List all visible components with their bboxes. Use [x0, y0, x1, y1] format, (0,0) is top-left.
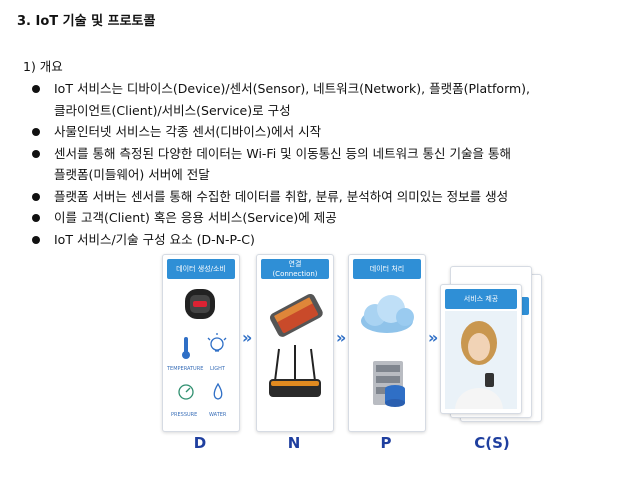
panel-header: 데이터 생성/소비 [167, 259, 235, 279]
flow-arrow-icon: » [242, 328, 253, 347]
panel-platform: 데이터 처리 [348, 254, 426, 432]
flow-arrow-icon: » [428, 328, 439, 347]
smartphone-icon [269, 293, 323, 337]
panel-header: 서비스 제공 [445, 289, 517, 309]
platform-illustration [361, 295, 414, 407]
panel-device: 데이터 생성/소비 TEMPERATURE LIGHT PRESSURE WAT… [162, 254, 240, 432]
panel-title: 데이터 생성/소비 [176, 265, 226, 273]
network-illustration [269, 293, 323, 397]
layer-letter-p: P [380, 434, 392, 452]
thermometer-icon [182, 337, 190, 359]
bullet-text-continuation: 플랫폼(미들웨어) 서버에 전달 [54, 167, 210, 182]
bullet-text: 이를 고객(Client) 혹은 응용 서비스(Service)에 제공 [54, 210, 337, 225]
panel-header: 데이터 처리 [353, 259, 421, 279]
list-item: 사물인터넷 서비스는 각종 센서(디바이스)에서 시작 [30, 121, 630, 143]
layer-letter-n: N [287, 434, 301, 452]
bullet-text: IoT 서비스/기술 구성 요소 (D-N-P-C) [54, 231, 255, 247]
database-server-icon [373, 361, 405, 407]
panel-title: 연결 [288, 260, 302, 268]
flow-arrow-icon: » [336, 328, 347, 347]
panel-title: 서비스 제공 [463, 295, 499, 303]
panel-header: 연결 (Connection) [261, 259, 329, 279]
subsection-title: 1) 개요 [23, 59, 63, 74]
bullet-dot [32, 128, 40, 136]
bullet-text: 플랫폼 서버는 센서를 통해 수집한 데이터를 취합, 분류, 분석하여 의미있… [54, 188, 509, 204]
list-item: IoT 서비스/기술 구성 요소 (D-N-P-C) [30, 229, 630, 251]
sensor-label-water: WATER [209, 412, 227, 418]
bullet-dot [32, 85, 40, 93]
bullet-dot [32, 214, 40, 222]
wifi-router-icon [269, 345, 321, 397]
bullet-text: IoT 서비스는 디바이스(Device)/센서(Sensor), 네트워크(N… [54, 81, 531, 96]
cloud-icon [361, 295, 414, 333]
overview-bullet-list: IoT 서비스는 디바이스(Device)/센서(Sensor), 네트워크(N… [30, 78, 630, 250]
list-item: 센서를 통해 측정된 다양한 데이터는 Wi-Fi 및 이동통신 등의 네트워크… [30, 143, 630, 186]
bullet-text-continuation: 클라이언트(Client)/서비스(Service)로 구성 [54, 102, 291, 118]
bullet-dot [32, 149, 40, 158]
device-illustration [178, 289, 227, 400]
layer-letter-d: D [193, 434, 207, 452]
water-drop-icon [213, 382, 223, 400]
bullet-text: 센서를 통해 측정된 다양한 데이터는 Wi-Fi 및 이동통신 등의 네트워크… [54, 145, 512, 161]
bullet-dot [32, 192, 40, 201]
service-user-illustration [445, 311, 517, 409]
panel-subtitle: (Connection) [272, 270, 318, 278]
wearable-band-icon [185, 289, 215, 319]
dnpc-diagram: 데이터 생성/소비 TEMPERATURE LIGHT PRESSURE WAT… [160, 254, 560, 464]
layer-letter-cs: C(S) [474, 434, 510, 452]
bullet-text: 사물인터넷 서비스는 각종 센서(디바이스)에서 시작 [54, 124, 322, 139]
sensor-label-pressure: PRESSURE [171, 412, 198, 418]
panel-service: 서비스 제공 [440, 284, 522, 414]
list-item: IoT 서비스는 디바이스(Device)/센서(Sensor), 네트워크(N… [30, 78, 630, 121]
user-with-phone-icon [445, 311, 517, 409]
panel-network: 연결 (Connection) [256, 254, 334, 432]
section-title: 3. IoT 기술 및 프로토콜 [17, 14, 156, 29]
sensor-label-temperature: TEMPERATURE [167, 366, 204, 372]
list-item: 이를 고객(Client) 혹은 응용 서비스(Service)에 제공 [30, 207, 630, 229]
pressure-gauge-icon [178, 384, 194, 400]
light-bulb-icon [207, 333, 227, 352]
bullet-dot [32, 235, 40, 244]
panel-title: 데이터 처리 [369, 265, 405, 273]
sensor-label-light: LIGHT [210, 366, 225, 372]
list-item: 플랫폼 서버는 센서를 통해 수집한 데이터를 취합, 분류, 분석하여 의미있… [30, 186, 630, 208]
